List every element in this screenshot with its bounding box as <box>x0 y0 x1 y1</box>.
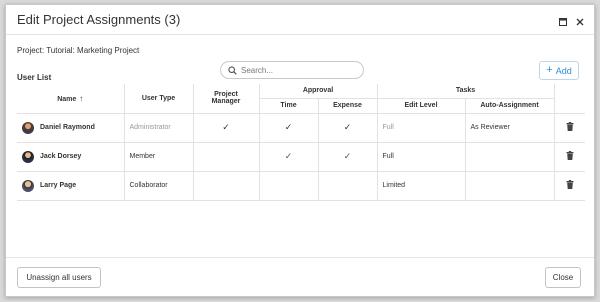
user-type: Member <box>123 141 194 172</box>
search-box[interactable] <box>220 61 364 79</box>
add-button[interactable]: + Add <box>539 61 579 80</box>
auto-assignment[interactable]: As Reviewer <box>464 112 555 143</box>
unassign-all-users-button[interactable]: Unassign all users <box>17 267 101 288</box>
plus-icon: + <box>546 64 553 76</box>
column-header-edit-level[interactable]: Edit Level <box>376 97 466 114</box>
expense-approval-check[interactable] <box>317 170 378 201</box>
user-name: Larry Page <box>40 182 77 189</box>
column-group-approval: Approval <box>258 84 378 99</box>
expense-approval-check[interactable]: ✓ <box>317 112 378 143</box>
avatar <box>22 150 34 163</box>
edit-project-assignments-dialog: Edit Project Assignments (3) Project: Tu… <box>5 4 595 297</box>
column-header-name[interactable]: Name ↑ <box>17 84 125 114</box>
trash-icon[interactable] <box>566 151 574 162</box>
trash-icon[interactable] <box>566 180 574 191</box>
trash-icon[interactable] <box>566 122 574 133</box>
column-header-auto-assignment[interactable]: Auto-Assignment <box>464 97 554 114</box>
column-header-actions <box>553 84 585 114</box>
auto-assignment[interactable] <box>464 141 555 172</box>
close-icon[interactable] <box>575 14 587 26</box>
project-manager-check[interactable] <box>192 141 260 172</box>
user-type: Collaborator <box>123 170 194 201</box>
user-name: Daniel Raymond <box>40 124 95 131</box>
time-approval-check[interactable]: ✓ <box>258 141 319 172</box>
user-type: Administrator <box>123 112 194 143</box>
project-name: Project: Tutorial: Marketing Project <box>17 46 140 55</box>
project-manager-check[interactable]: ✓ <box>192 112 260 143</box>
table-row[interactable]: Larry Page Collaborator Limited <box>17 170 585 201</box>
search-icon <box>228 66 237 75</box>
dialog-title: Edit Project Assignments (3) <box>17 12 181 27</box>
table-row[interactable]: Daniel Raymond Administrator ✓ ✓ ✓ Full … <box>17 112 585 143</box>
dialog-header: Edit Project Assignments (3) <box>6 5 594 35</box>
sort-ascending-icon: ↑ <box>79 93 84 103</box>
column-header-user-type[interactable]: User Type <box>123 84 194 114</box>
maximize-icon[interactable] <box>558 14 570 26</box>
dialog-footer-divider <box>6 257 594 258</box>
edit-level[interactable]: Full <box>376 141 466 172</box>
project-manager-check[interactable] <box>192 170 260 201</box>
expense-approval-check[interactable]: ✓ <box>317 141 378 172</box>
column-header-project-manager[interactable]: Project Manager <box>192 84 260 114</box>
time-approval-check[interactable]: ✓ <box>258 112 319 143</box>
avatar <box>22 179 34 192</box>
close-button[interactable]: Close <box>545 267 581 288</box>
user-name: Jack Dorsey <box>40 153 82 160</box>
avatar <box>22 121 34 134</box>
user-list-label: User List <box>17 73 52 82</box>
time-approval-check[interactable] <box>258 170 319 201</box>
column-group-tasks: Tasks <box>376 84 555 99</box>
auto-assignment[interactable] <box>464 170 555 201</box>
user-table: Name ↑ User Type Project Manager Approval … <box>17 84 585 201</box>
column-header-expense[interactable]: Expense <box>317 97 378 114</box>
edit-level[interactable]: Limited <box>376 170 466 201</box>
edit-level[interactable]: Full <box>376 112 466 143</box>
add-label: Add <box>555 65 572 76</box>
table-row[interactable]: Jack Dorsey Member ✓ ✓ Full <box>17 141 585 172</box>
search-input[interactable] <box>241 64 359 77</box>
column-header-time[interactable]: Time <box>259 97 319 114</box>
